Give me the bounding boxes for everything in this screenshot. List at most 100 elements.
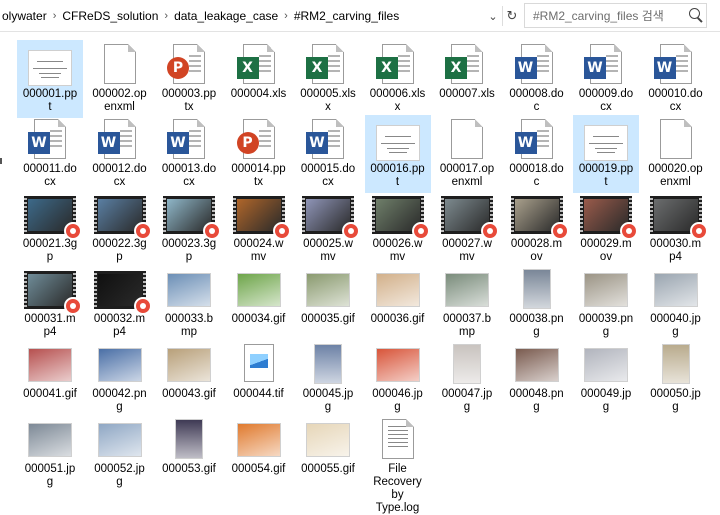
file-item[interactable]: 000053.gif [156,415,222,493]
video-thumbnail [24,271,82,315]
file-item[interactable]: 000054.gif [226,415,292,493]
file-item[interactable]: X 000005.xls x [295,40,361,118]
file-item[interactable]: 000016.pp t [364,115,431,193]
chevron-down-icon[interactable]: ⌄ [484,6,502,26]
chevron-right-icon[interactable]: › [160,10,172,22]
file-name: 000052.jp g [87,463,153,489]
file-item[interactable]: 000041.gif [17,340,83,418]
file-item[interactable]: 000040.jp g [643,265,709,343]
file-item[interactable]: 000044.tif [226,340,292,418]
search-icon[interactable] [689,8,700,19]
file-name-line: 000011.do [23,163,77,175]
file-item[interactable]: 000036.gif [365,265,431,343]
search-input[interactable] [531,7,685,24]
file-item[interactable]: P 000014.pp tx [226,115,292,193]
refresh-icon[interactable]: ↻ [502,6,521,26]
file-item[interactable]: P 000003.pp tx [156,40,222,118]
file-item[interactable]: W 000011.do cx [17,115,83,193]
file-name-line: g [672,401,679,413]
file-item[interactable]: 000021.3g p [17,190,83,268]
file-name-line: 000024.w [233,238,284,250]
excel-icon: X [306,44,344,84]
file-item[interactable]: 000037.b mp [434,265,500,343]
file-item[interactable]: 000020.op enxml [643,115,709,193]
file-item[interactable]: 000017.op enxml [434,115,500,193]
file-item[interactable]: 000019.pp t [573,115,639,193]
excel-icon: X [375,44,414,84]
file-item[interactable]: W 000012.do cx [87,115,153,193]
file-item[interactable]: 000048.pn g [504,340,570,418]
file-item[interactable]: W 000008.do c [504,40,570,118]
file-item[interactable]: 000024.w mv [226,190,292,268]
file-name-line: 000012.do [92,163,147,175]
file-name-line: cx [600,101,612,113]
file-name-line: p [185,251,193,263]
file-name-line: mp [459,326,475,338]
breadcrumb-item[interactable]: olywater [0,9,49,23]
file-name: 000026.w mv [365,238,431,264]
file-item[interactable]: 000039.pn g [573,265,639,343]
file-item[interactable]: 000050.jp g [643,340,709,418]
powerpoint-icon: P [167,44,205,84]
file-item[interactable]: 000027.w mv [434,190,500,268]
file-item[interactable]: X 000007.xls [434,40,500,118]
image-thumbnail [584,348,628,382]
search-box[interactable] [524,3,707,28]
file-name-line: 000003.pp [161,88,217,100]
file-item-log[interactable]: File Recovery by Type.log [365,415,431,514]
file-item[interactable]: W 000009.do cx [573,40,639,118]
file-item[interactable]: W 000018.do c [504,115,570,193]
file-item[interactable]: 000028.m ov [504,190,570,268]
file-name-line: cx [322,176,334,188]
file-item[interactable]: 000033.b mp [156,265,222,343]
chevron-right-icon[interactable]: › [49,10,61,22]
file-item[interactable]: 000047.jp g [434,340,500,418]
file-item[interactable]: 000031.m p4 [17,265,83,343]
file-name: 000037.b mp [434,313,500,339]
breadcrumb-item[interactable]: CFReDS_solution [60,9,160,23]
breadcrumb-item-current[interactable]: #RM2_carving_files [292,9,401,23]
file-name: 000021.3g p [17,238,83,264]
file-item[interactable]: 000045.jp g [295,340,361,418]
file-item[interactable]: 000026.w mv [365,190,431,268]
excel-icon: X [445,44,483,84]
file-item[interactable]: 000023.3g p [156,190,222,268]
file-item[interactable]: 000042.pn g [87,340,153,418]
file-item[interactable]: 000002.op enxml [87,40,153,118]
file-item[interactable]: 000025.w mv [295,190,361,268]
file-item[interactable]: 000001.pp t [17,40,83,118]
file-item[interactable]: 000046.jp g [365,340,431,418]
file-item[interactable]: W 000010.do cx [643,40,709,118]
file-name: 000047.jp g [434,388,500,414]
file-item[interactable]: X 000004.xls [226,40,292,118]
file-item[interactable]: 000052.jp g [87,415,153,493]
file-item[interactable]: 000032.m p4 [87,265,153,343]
file-item[interactable]: 000022.3g p [87,190,153,268]
file-item[interactable]: 000055.gif [295,415,361,493]
file-item[interactable]: 000034.gif [226,265,292,343]
file-name-line: 000013.do [161,163,217,175]
word-icon: W [584,44,622,84]
file-item[interactable]: W 000013.do cx [156,115,222,193]
file-item[interactable]: 000035.gif [295,265,361,343]
breadcrumb[interactable]: olywater › CFReDS_solution › data_leakag… [0,0,500,32]
file-name: 000003.pp tx [156,88,222,114]
image-thumbnail [167,348,211,382]
chevron-right-icon[interactable]: › [280,10,292,22]
breadcrumb-item[interactable]: data_leakage_case [172,9,280,23]
file-name: 000032.m p4 [87,313,153,339]
file-item[interactable]: W 000015.do cx [295,115,361,193]
file-item[interactable]: 000051.jp g [17,415,83,493]
file-item[interactable]: 000029.m ov [573,190,639,268]
file-item[interactable]: 000030.m p4 [643,190,709,268]
video-thumbnail [163,196,221,240]
file-name-line: 000027.w [442,238,492,250]
file-name-line: 000037.b [443,313,491,325]
file-item[interactable]: X 000006.xls x [365,40,431,118]
slide-thumbnail [584,125,628,161]
file-name-line: 000019.pp [578,163,634,175]
file-item[interactable]: 000043.gif [156,340,222,418]
file-item[interactable]: 000049.jp g [573,340,639,418]
file-item[interactable]: 000038.pn g [504,265,570,343]
file-name: 000011.do cx [17,163,83,189]
